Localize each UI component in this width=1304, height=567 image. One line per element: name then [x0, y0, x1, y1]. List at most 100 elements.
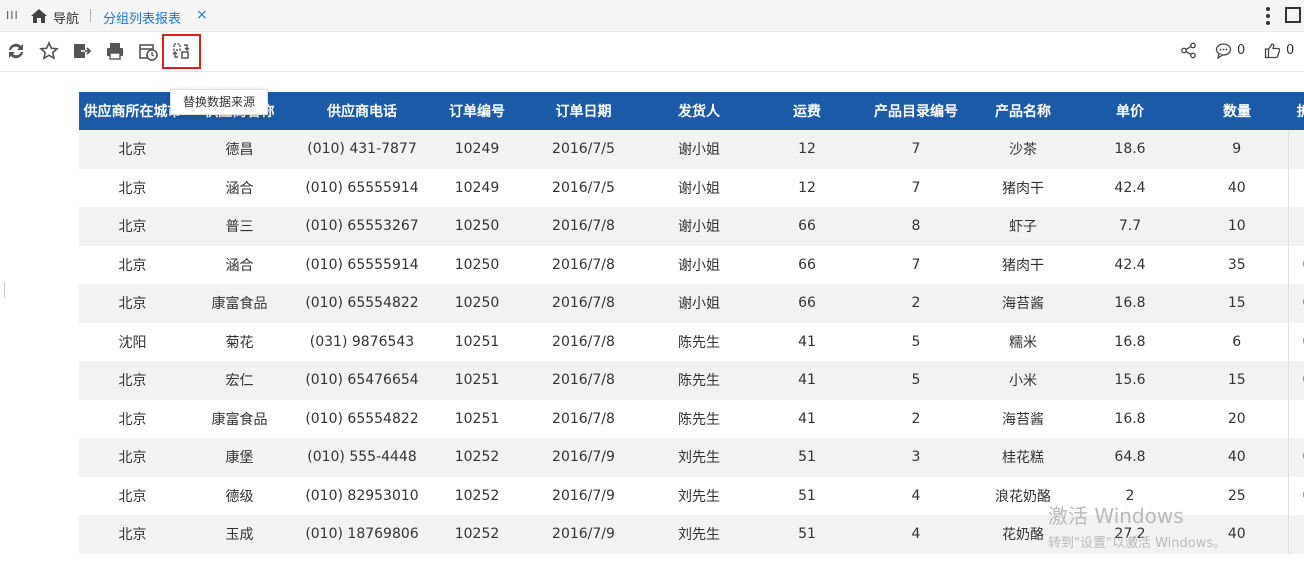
star-icon [39, 41, 59, 60]
cell-order-id: 10249 [431, 168, 523, 207]
maximize-icon[interactable] [1285, 7, 1301, 23]
cell-discount: 0. [1287, 284, 1304, 323]
col-header-product-name[interactable]: 产品名称 [972, 92, 1074, 130]
cell-freight: 66 [754, 245, 860, 284]
cell-phone: (010) 431-7877 [293, 130, 431, 169]
cell-category-id: 4 [860, 515, 972, 554]
like-count: 0 [1286, 43, 1295, 58]
cell-product: 糯米 [972, 322, 1074, 361]
col-header-order-date[interactable]: 订单日期 [523, 92, 644, 130]
top-nav-bar: III 导航 分组列表报表 × [0, 0, 1304, 32]
cell-supplier: 菊花 [186, 322, 293, 361]
refresh-button[interactable] [5, 40, 27, 62]
table-row: 北京 宏仁 (010) 65476654 10251 2016/7/8 陈先生 41 5 小米 1… [79, 361, 1304, 400]
cell-category-id: 5 [860, 322, 972, 361]
cell-phone: (010) 65555914 [293, 245, 431, 284]
cell-city: 北京 [79, 476, 186, 515]
schedule-button[interactable] [137, 40, 159, 62]
cell-phone: (010) 82953010 [293, 476, 431, 515]
cell-supplier: 德级 [186, 476, 293, 515]
share-icon [1181, 42, 1196, 59]
cell-shipper: 谢小姐 [644, 130, 754, 169]
cell-order-id: 10252 [431, 515, 523, 554]
favorite-button[interactable] [38, 40, 60, 62]
cell-order-date: 2016/7/8 [523, 322, 644, 361]
print-button[interactable] [104, 40, 126, 62]
col-header-order-id[interactable]: 订单编号 [431, 92, 523, 130]
col-header-unit-price[interactable]: 单价 [1074, 92, 1186, 130]
cell-quantity: 40 [1186, 168, 1288, 207]
table-row: 北京 普三 (010) 65553267 10250 2016/7/8 谢小姐 66 8 虾子 7… [79, 207, 1304, 246]
home-icon[interactable] [30, 8, 48, 24]
cell-unit-price: 15.6 [1074, 361, 1186, 400]
more-vertical-icon[interactable] [1262, 5, 1274, 27]
cell-category-id: 8 [860, 207, 972, 246]
cell-discount [1287, 168, 1304, 207]
cell-quantity: 15 [1186, 361, 1288, 400]
cell-category-id: 7 [860, 168, 972, 207]
switch-datasource-tooltip: 替换数据来源 [170, 89, 269, 115]
cell-supplier: 德昌 [186, 130, 293, 169]
cell-freight: 41 [754, 322, 860, 361]
cell-phone: (010) 65553267 [293, 207, 431, 246]
cell-order-date: 2016/7/9 [523, 515, 644, 554]
cell-order-date: 2016/7/5 [523, 130, 644, 169]
col-header-category-id[interactable]: 产品目录编号 [860, 92, 972, 130]
tab-report-title[interactable]: 分组列表报表 [103, 8, 181, 27]
cell-freight: 41 [754, 361, 860, 400]
cell-order-date: 2016/7/9 [523, 476, 644, 515]
like-button[interactable]: 0 [1264, 42, 1294, 59]
cell-order-id: 10250 [431, 207, 523, 246]
cell-shipper: 陈先生 [644, 322, 754, 361]
col-header-freight[interactable]: 运费 [754, 92, 860, 130]
cell-phone: (010) 65476654 [293, 361, 431, 400]
cell-discount [1287, 515, 1304, 554]
cell-discount: 0. [1287, 361, 1304, 400]
cell-product: 海苔酱 [972, 284, 1074, 323]
table-row: 北京 康富食品 (010) 65554822 10251 2016/7/8 陈先生 41 2 海… [79, 399, 1304, 438]
col-header-discount[interactable]: 折 [1288, 92, 1304, 130]
col-header-supplier-phone[interactable]: 供应商电话 [293, 92, 431, 130]
cell-order-id: 10252 [431, 438, 523, 477]
cell-city: 北京 [79, 245, 186, 284]
menu-grip-icon[interactable]: III [6, 9, 19, 22]
panel-resize-handle[interactable] [4, 282, 5, 298]
cell-shipper: 谢小姐 [644, 168, 754, 207]
cell-freight: 66 [754, 284, 860, 323]
cell-order-date: 2016/7/8 [523, 245, 644, 284]
tab-divider [90, 9, 91, 22]
cell-category-id: 2 [860, 399, 972, 438]
cell-shipper: 刘先生 [644, 476, 754, 515]
cell-category-id: 3 [860, 438, 972, 477]
cell-freight: 12 [754, 168, 860, 207]
cell-category-id: 2 [860, 284, 972, 323]
cell-order-date: 2016/7/5 [523, 168, 644, 207]
cell-order-id: 10251 [431, 361, 523, 400]
cell-product: 小米 [972, 361, 1074, 400]
tab-close-icon[interactable]: × [196, 7, 208, 23]
cell-freight: 51 [754, 476, 860, 515]
col-header-shipper[interactable]: 发货人 [644, 92, 754, 130]
export-button[interactable] [71, 40, 93, 62]
share-button[interactable] [1180, 42, 1197, 59]
cell-supplier: 康富食品 [186, 284, 293, 323]
comment-button[interactable]: 0 [1215, 42, 1245, 59]
switch-datasource-button[interactable] [170, 40, 192, 62]
cell-city: 北京 [79, 361, 186, 400]
report-toolbar: 0 0 [0, 32, 1304, 72]
table-body: 北京 德昌 (010) 431-7877 10249 2016/7/5 谢小姐 12 7 沙茶 1… [79, 130, 1304, 554]
table-row: 北京 德昌 (010) 431-7877 10249 2016/7/5 谢小姐 12 7 沙茶 1… [79, 130, 1304, 169]
cell-supplier: 普三 [186, 207, 293, 246]
cell-quantity: 10 [1186, 207, 1288, 246]
grouped-list-report-table: 供应商所在城市 供应商名称 供应商电话 订单编号 订单日期 发货人 运费 产品目… [79, 92, 1304, 554]
cell-city: 沈阳 [79, 322, 186, 361]
cell-quantity: 40 [1186, 438, 1288, 477]
cell-freight: 66 [754, 207, 860, 246]
col-header-quantity[interactable]: 数量 [1186, 92, 1288, 130]
cell-order-date: 2016/7/8 [523, 284, 644, 323]
table-row: 北京 康富食品 (010) 65554822 10250 2016/7/8 谢小姐 66 2 海… [79, 284, 1304, 323]
nav-label[interactable]: 导航 [53, 8, 79, 27]
cell-phone: (010) 65554822 [293, 284, 431, 323]
cell-freight: 51 [754, 438, 860, 477]
cell-order-id: 10249 [431, 130, 523, 169]
